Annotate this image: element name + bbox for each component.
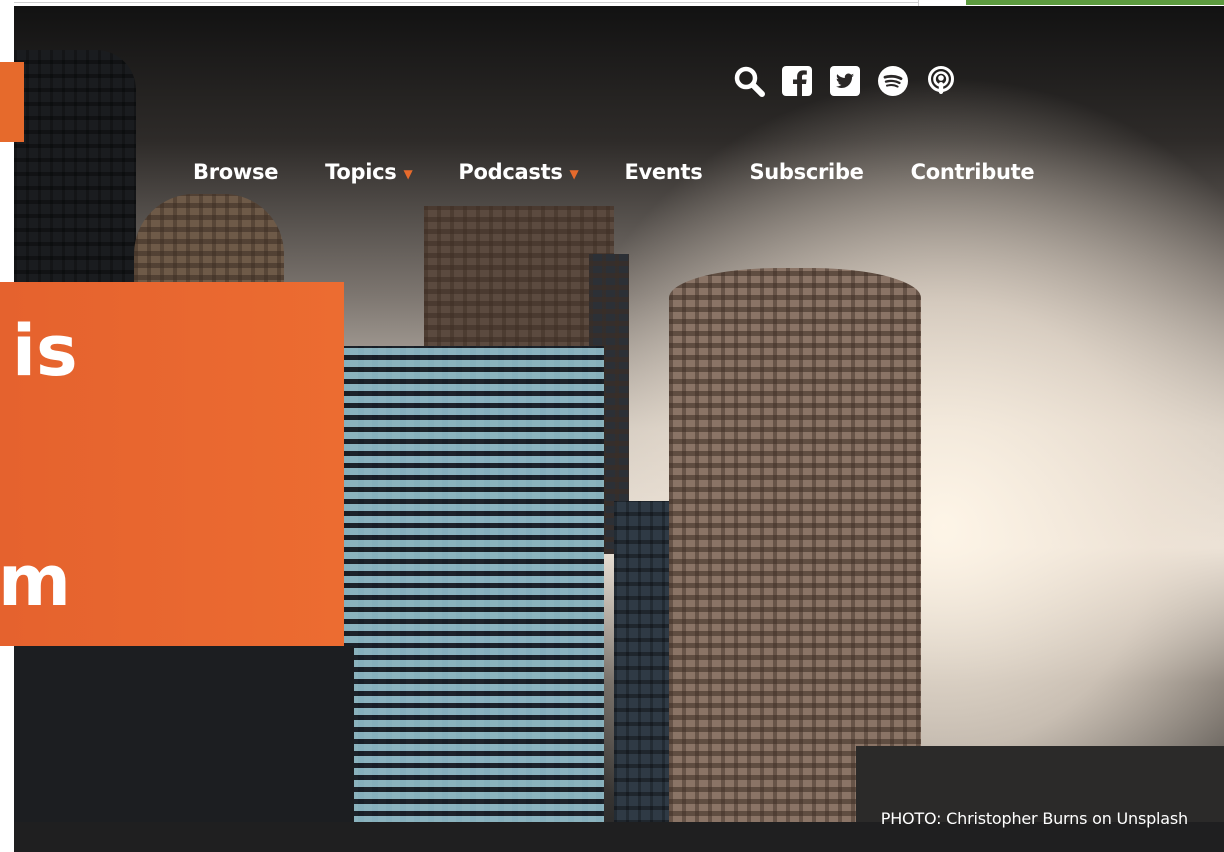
search-icon[interactable] [732,64,766,98]
nav-topics-label: Topics [325,160,397,184]
spotify-icon[interactable] [876,64,910,98]
nav-events[interactable]: Events [624,160,702,184]
nav-browse-label: Browse [193,160,279,184]
headline-line-2: m [0,540,71,622]
photo-credit: PHOTO: Christopher Burns on Unsplash [880,809,1188,828]
nav-podcasts-label: Podcasts [458,160,563,184]
twitter-icon[interactable] [828,64,862,98]
facebook-icon[interactable] [780,64,814,98]
nav-browse[interactable]: Browse [193,160,278,184]
apple-podcasts-icon[interactable] [924,64,958,98]
orange-tab [0,62,24,142]
nav-podcasts[interactable]: Podcasts ▼ [458,160,578,184]
chevron-down-icon: ▼ [403,166,413,181]
main-nav: Browse Topics ▼ Podcasts ▼ Events Subscr… [193,160,1035,184]
building-center-top [424,206,614,366]
nav-subscribe[interactable]: Subscribe [749,160,863,184]
nav-contribute-label: Contribute [910,160,1035,184]
nav-subscribe-label: Subscribe [749,160,864,184]
nav-events-label: Events [624,160,703,184]
nav-topics[interactable]: Topics ▼ [325,160,413,184]
chevron-down-icon: ▼ [569,166,579,181]
building-four-seasons [344,346,604,852]
social-icons [732,64,958,98]
headline-line-1: is [12,310,78,392]
building-center-right [614,501,672,852]
nav-contribute[interactable]: Contribute [911,160,1035,184]
green-bar [966,0,1224,5]
headline-card[interactable]: is m [0,282,344,646]
